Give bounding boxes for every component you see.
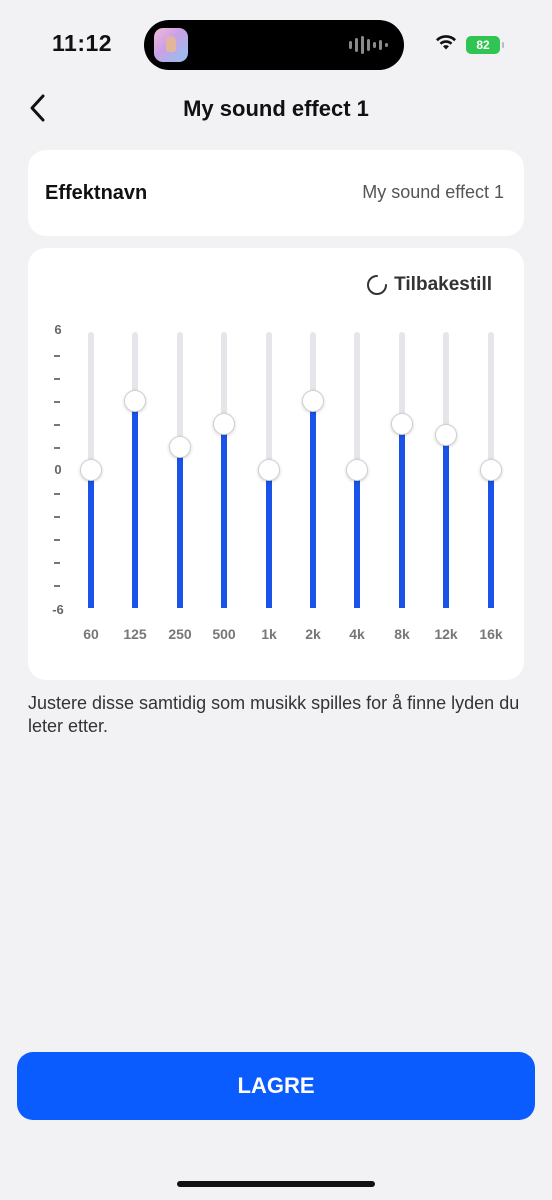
eq-band-slider[interactable] bbox=[469, 332, 513, 608]
slider-thumb[interactable] bbox=[302, 390, 324, 412]
page-title: My sound effect 1 bbox=[183, 96, 369, 121]
slider-thumb[interactable] bbox=[435, 424, 457, 446]
eq-frequency-label: 125 bbox=[123, 626, 147, 642]
slider-thumb[interactable] bbox=[480, 459, 502, 481]
eq-frequency-label: 60 bbox=[83, 626, 99, 642]
slider-thumb[interactable] bbox=[124, 390, 146, 412]
y-axis-max-label: 6 bbox=[54, 322, 62, 337]
audio-waveform-icon bbox=[349, 35, 388, 55]
y-axis-min-label: -6 bbox=[52, 602, 64, 617]
y-axis-tick bbox=[54, 424, 60, 426]
effect-name-label: Effektnavn bbox=[45, 182, 148, 204]
y-axis-tick bbox=[54, 516, 60, 518]
eq-band-slider[interactable] bbox=[424, 332, 468, 608]
slider-fill bbox=[310, 401, 316, 608]
save-button[interactable]: LAGRE bbox=[17, 1052, 535, 1120]
nav-header: My sound effect 1 bbox=[0, 82, 552, 134]
y-axis-tick bbox=[54, 493, 60, 495]
slider-fill bbox=[354, 470, 360, 608]
eq-frequency-label: 500 bbox=[212, 626, 236, 642]
y-axis-tick bbox=[54, 562, 60, 564]
slider-fill bbox=[177, 447, 183, 608]
y-axis-tick bbox=[54, 355, 60, 357]
y-axis-tick bbox=[54, 585, 60, 587]
slider-thumb[interactable] bbox=[346, 459, 368, 481]
y-axis-tick bbox=[54, 401, 60, 403]
eq-band-slider[interactable] bbox=[380, 332, 424, 608]
status-bar: 11:12 82 bbox=[0, 0, 552, 80]
reset-label: Tilbakestill bbox=[394, 274, 492, 295]
eq-band-slider[interactable] bbox=[335, 332, 379, 608]
y-axis-tick bbox=[54, 378, 60, 380]
eq-frequency-label: 250 bbox=[168, 626, 192, 642]
y-axis-tick bbox=[54, 539, 60, 541]
effect-name-row[interactable]: Effektnavn My sound effect 1 bbox=[28, 150, 524, 236]
eq-frequency-label: 1k bbox=[261, 626, 277, 642]
eq-frequency-label: 16k bbox=[479, 626, 503, 642]
eq-band-slider[interactable] bbox=[158, 332, 202, 608]
slider-fill bbox=[221, 424, 227, 608]
battery-icon: 82 bbox=[466, 35, 504, 54]
dynamic-island[interactable] bbox=[144, 20, 404, 70]
eq-frequency-label: 2k bbox=[305, 626, 321, 642]
y-axis-tick bbox=[54, 447, 60, 449]
status-time: 11:12 bbox=[52, 30, 113, 56]
eq-frequency-label: 4k bbox=[349, 626, 365, 642]
now-playing-app-icon[interactable] bbox=[154, 28, 188, 62]
reset-button[interactable]: Tilbakestill bbox=[366, 274, 492, 296]
slider-fill bbox=[266, 470, 272, 608]
help-text: Justere disse samtidig som musikk spille… bbox=[28, 693, 520, 736]
slider-fill bbox=[132, 401, 138, 608]
eq-band-slider[interactable] bbox=[291, 332, 335, 608]
effect-name-value[interactable]: My sound effect 1 bbox=[362, 182, 504, 203]
equalizer-card: Tilbakestill 6 0 -6 60 125 250 500 1k 2k 4k 8k 1… bbox=[28, 248, 524, 680]
home-indicator bbox=[177, 1181, 375, 1187]
reset-icon bbox=[366, 274, 388, 296]
eq-band-slider[interactable] bbox=[113, 332, 157, 608]
slider-thumb[interactable] bbox=[391, 413, 413, 435]
slider-thumb[interactable] bbox=[213, 413, 235, 435]
y-axis-zero-label: 0 bbox=[54, 462, 62, 477]
status-icons: 82 bbox=[434, 33, 504, 56]
wifi-icon bbox=[434, 33, 458, 56]
eq-frequency-label: 12k bbox=[434, 626, 458, 642]
battery-level: 82 bbox=[476, 37, 490, 52]
slider-thumb[interactable] bbox=[169, 436, 191, 458]
eq-band-slider[interactable] bbox=[202, 332, 246, 608]
slider-thumb[interactable] bbox=[258, 459, 280, 481]
slider-fill bbox=[488, 470, 494, 608]
eq-band-slider[interactable] bbox=[247, 332, 291, 608]
slider-fill bbox=[399, 424, 405, 608]
slider-thumb[interactable] bbox=[80, 459, 102, 481]
eq-band-slider[interactable] bbox=[69, 332, 113, 608]
slider-fill bbox=[88, 470, 94, 608]
slider-fill bbox=[443, 435, 449, 608]
eq-frequency-label: 8k bbox=[394, 626, 410, 642]
